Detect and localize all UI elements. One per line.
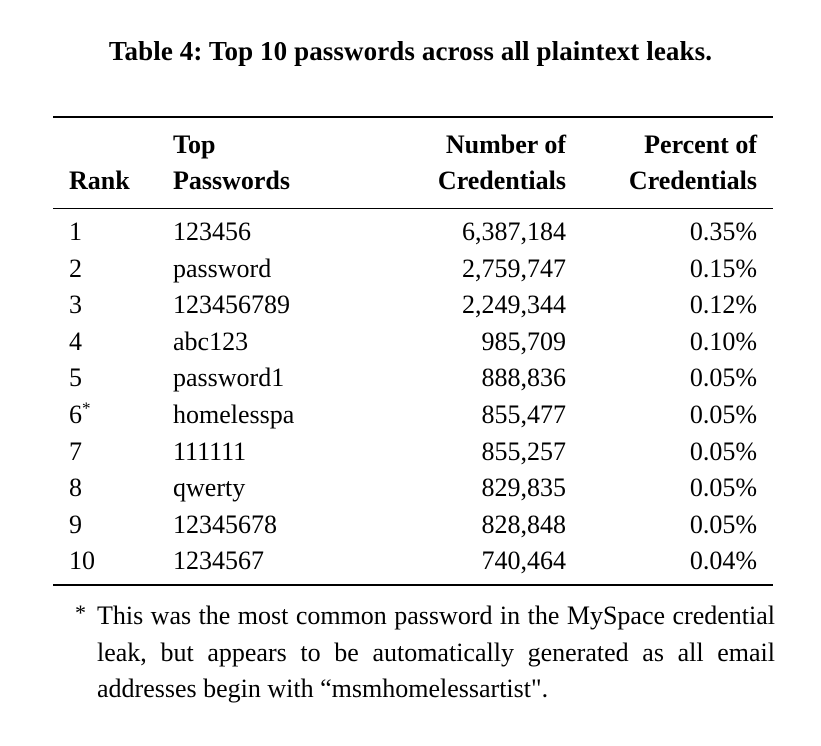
footnote: * This was the most common password in t… xyxy=(75,598,775,708)
rank-cell: 4 xyxy=(53,324,165,361)
table-caption: Table 4: Top 10 passwords across all pla… xyxy=(108,36,713,66)
header-rank: Rank xyxy=(53,163,165,209)
credential-count-cell: 829,835 xyxy=(481,473,567,503)
table-row: 8 qwerty 829,835 0.05% xyxy=(53,470,773,507)
rank-value: 5 xyxy=(69,363,82,393)
password-cell: password xyxy=(173,253,272,283)
rank-cell: 3 xyxy=(53,287,165,324)
credential-count-cell: 985,709 xyxy=(481,326,567,356)
rank-cell: 7 xyxy=(53,434,165,471)
password-cell: 1234567 xyxy=(165,543,383,586)
table-row: 2 password 2,759,747 0.15% xyxy=(53,251,773,288)
rank-value: 9 xyxy=(69,509,82,539)
credential-count-cell: 828,848 xyxy=(481,509,567,539)
credential-percent-cell: 0.12% xyxy=(689,290,757,320)
credential-percent-cell: 0.05% xyxy=(689,436,757,466)
footnote-marker: * xyxy=(75,600,86,625)
header-row-1: Top Number of Percent of xyxy=(53,116,773,163)
credential-percent-cell: 0.05% xyxy=(689,473,757,503)
password-cell: abc123 xyxy=(173,326,249,356)
password-cell: 123456789 xyxy=(173,290,290,320)
credential-count-cell: 6,387,184 xyxy=(462,217,566,246)
credential-count-cell: 2,759,747 xyxy=(462,253,566,283)
table-row: 3 123456789 2,249,344 0.12% xyxy=(53,287,773,324)
footnote-reference: * xyxy=(82,398,91,418)
rank-value: 4 xyxy=(69,326,82,356)
credential-count-cell: 740,464 xyxy=(383,543,574,586)
table-row: 1 123456 6,387,184 0.35% xyxy=(53,209,773,251)
rank-value: 7 xyxy=(69,436,82,466)
credential-percent-cell: 0.35% xyxy=(689,217,757,246)
table-row: 7 111111 855,257 0.05% xyxy=(53,434,773,471)
password-cell: homelesspa xyxy=(173,399,295,429)
rank-cell: 5 xyxy=(53,360,165,397)
rank-value: 2 xyxy=(69,253,82,283)
table-header: Top Number of Percent of Rank Passwords … xyxy=(53,116,773,209)
rank-cell: 9 xyxy=(53,507,165,544)
table-row: 10 1234567 740,464 0.04% xyxy=(53,543,773,586)
rank-value: 1 xyxy=(69,217,82,246)
rank-value: 6 xyxy=(69,399,82,429)
password-cell: 12345678 xyxy=(173,509,277,539)
credential-percent-cell: 0.10% xyxy=(689,326,757,356)
footnote-text: This was the most common password in the… xyxy=(97,601,775,703)
table-row: 5 password1 888,836 0.05% xyxy=(53,360,773,397)
credential-percent-cell: 0.05% xyxy=(689,363,757,393)
credential-count-cell: 855,257 xyxy=(481,436,567,466)
table-row: 4 abc123 985,709 0.10% xyxy=(53,324,773,361)
credential-count-cell: 855,477 xyxy=(481,399,567,429)
rank-cell: 1 xyxy=(53,209,165,251)
passwords-table-container: Top Number of Percent of Rank Passwords … xyxy=(53,116,773,586)
password-cell: 111111 xyxy=(173,436,247,466)
rank-value: 8 xyxy=(69,473,82,503)
header-percent: Credentials xyxy=(574,163,773,209)
credential-percent-cell: 0.05% xyxy=(689,399,757,429)
header-password-line1: Top xyxy=(165,116,383,163)
header-password: Passwords xyxy=(165,163,383,209)
password-cell: 123456 xyxy=(173,217,251,246)
header-count-line1: Number of xyxy=(383,116,574,163)
rank-value: 3 xyxy=(69,290,82,320)
password-cell: password1 xyxy=(173,363,285,393)
password-cell: qwerty xyxy=(173,473,246,503)
credential-percent-cell: 0.04% xyxy=(574,543,773,586)
credential-percent-cell: 0.15% xyxy=(689,253,757,283)
header-row-2: Rank Passwords Credentials Credentials xyxy=(53,163,773,209)
rank-cell: 6* xyxy=(53,397,165,434)
header-count: Credentials xyxy=(383,163,574,209)
rank-cell: 10 xyxy=(53,543,165,586)
header-percent-line1: Percent of xyxy=(574,116,773,163)
rank-cell: 8 xyxy=(53,470,165,507)
table-row: 6* homelesspa 855,477 0.05% xyxy=(53,397,773,434)
table-row: 9 12345678 828,848 0.05% xyxy=(53,507,773,544)
rank-cell: 2 xyxy=(53,251,165,288)
rank-value: 10 xyxy=(69,546,95,576)
credential-count-cell: 888,836 xyxy=(481,363,567,393)
header-rank-line1 xyxy=(53,116,165,163)
top-passwords-table: Top Number of Percent of Rank Passwords … xyxy=(53,116,773,586)
credential-count-cell: 2,249,344 xyxy=(462,290,566,320)
table-body: 1 123456 6,387,184 0.35% 2 password 2,759,747 0… xyxy=(53,209,773,586)
credential-percent-cell: 0.05% xyxy=(689,509,757,539)
